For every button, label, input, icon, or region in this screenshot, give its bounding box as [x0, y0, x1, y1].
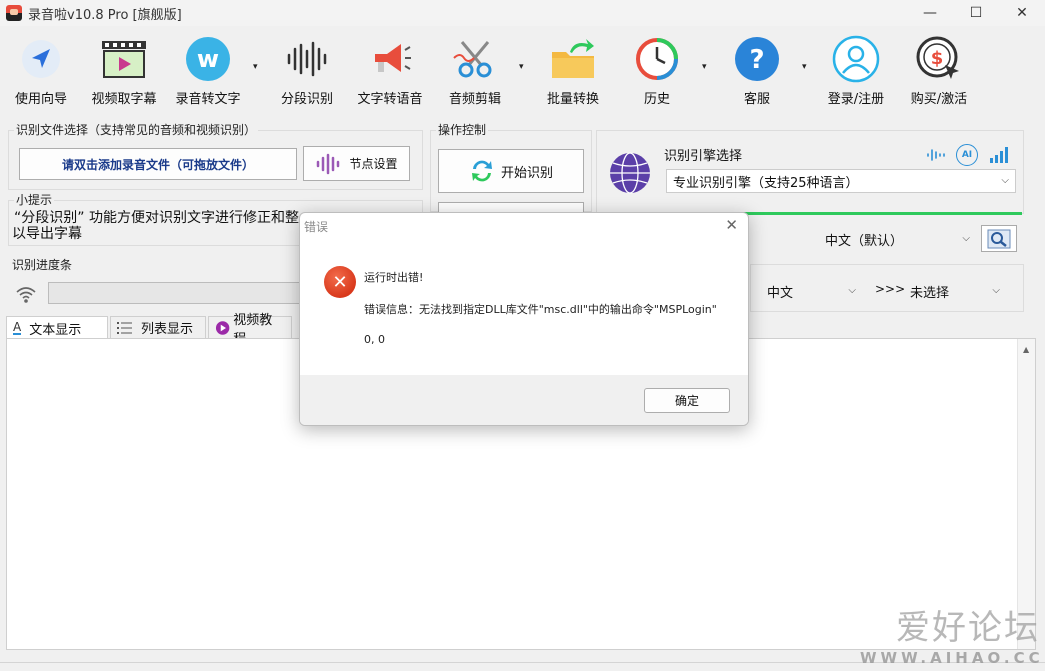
engine-select-value: 专业识别引擎（支持25种语言） [673, 175, 859, 191]
progress-title: 识别进度条 [10, 256, 75, 273]
ok-button[interactable]: 确定 [644, 388, 730, 413]
toolbar-buy-activate[interactable]: $ 购买/激活 [904, 34, 974, 108]
forum-watermark: 爱好论坛 WWW.AIHAO.CC [860, 608, 1044, 667]
error-dialog: 错误 ✕ ✕ 运行时出错! 错误信息：无法找到指定DLL库文件"msc.dll"… [299, 212, 749, 426]
chevron-down-icon: ⌵ [962, 232, 970, 244]
source-language-select[interactable]: 中文 ⌵ [765, 280, 862, 302]
dialog-close-button[interactable]: ✕ [725, 216, 738, 234]
error-code: 0, 0 [364, 333, 385, 346]
search-icon [987, 229, 1011, 248]
node-settings-label: 节点设置 [349, 157, 398, 171]
toolbar-audio-edit[interactable]: 音频剪辑 [444, 34, 506, 108]
maximize-button[interactable]: ☐ [953, 0, 999, 26]
progress-bar [48, 282, 308, 304]
chevron-down-icon: ⌵ [992, 284, 1000, 296]
scroll-up-icon[interactable]: ▲ [1023, 345, 1029, 354]
dialog-footer: 确定 [300, 375, 748, 425]
history-dropdown-icon[interactable]: ▾ [702, 62, 707, 72]
error-heading: 运行时出错! [364, 271, 424, 284]
chevron-down-icon: ⌵ [1001, 174, 1009, 186]
dialog-title-bar: 错误 [300, 213, 748, 239]
chevron-down-icon: ⌵ [848, 284, 856, 296]
refresh-arrows-icon [471, 160, 492, 182]
wave-signal-icon [926, 146, 948, 164]
engine-select[interactable]: 专业识别引擎（支持25种语言） ⌵ [666, 169, 1016, 193]
svg-text:?: ? [749, 45, 764, 75]
list-icon [117, 321, 132, 334]
error-icon: ✕ [324, 266, 356, 298]
toolbar-customer-service[interactable]: ? 客服 [726, 34, 788, 108]
folder-arrow-icon [548, 34, 598, 84]
display-tabs: A 文本显示 列表显示 视频教程 [6, 313, 294, 347]
sound-wave-icon [282, 34, 332, 84]
operation-title: 操作控制 [436, 121, 489, 138]
main-toolbar: 使用向导 视频取字幕 w 录音转文字 ▾ 分段识别 文字转语音 音频剪辑 ▾ 批… [0, 26, 1045, 112]
play-circle-icon [215, 320, 230, 335]
translate-arrows: >>> [875, 282, 906, 296]
close-button[interactable]: ✕ [999, 0, 1045, 26]
toolbar-batch-convert[interactable]: 批量转换 [542, 34, 604, 108]
tab-list-display[interactable]: 列表显示 [110, 316, 206, 338]
svg-text:$: $ [931, 48, 944, 69]
customer-service-dropdown-icon[interactable]: ▾ [802, 62, 807, 72]
dollar-cursor-icon: $ [914, 34, 964, 84]
start-recognize-button[interactable]: 开始识别 [438, 149, 584, 193]
error-detail: 错误信息：无法找到指定DLL库文件"msc.dll"中的输出命令"MSPLogi… [364, 303, 717, 316]
window-title: 录音啦v10.8 Pro [旗舰版] [28, 7, 182, 23]
scissors-icon [450, 34, 500, 84]
toolbar-login-register[interactable]: 登录/注册 [822, 34, 890, 108]
window-controls: — ☐ ✕ [907, 0, 1045, 26]
language-select-value: 中文（默认） [824, 233, 903, 249]
tab-text-display[interactable]: A 文本显示 [6, 316, 108, 339]
w-logo-icon: w [183, 34, 233, 84]
navigation-arrow-icon [16, 34, 66, 84]
toolbar-text-to-speech[interactable]: 文字转语音 [354, 34, 426, 108]
start-recognize-label: 开始识别 [500, 165, 553, 181]
tips-text: “分段识别” 功能方便对识别文字进行修正和整 [14, 210, 299, 226]
dialog-title: 错误 [304, 219, 329, 234]
svg-text:w: w [197, 45, 219, 73]
wifi-signal-icon [14, 282, 38, 304]
node-settings-button[interactable]: 节点设置 [303, 146, 410, 181]
tips-text-line2: 以导出字幕 [12, 226, 82, 242]
engine-title: 识别引擎选择 [664, 149, 743, 164]
user-icon [831, 34, 881, 84]
ai-badge-icon: AI [956, 144, 978, 166]
add-audio-file-button[interactable]: 请双击添加录音文件（可拖放文件） [19, 148, 297, 180]
target-language-select[interactable]: 未选择 ⌵ [908, 280, 1006, 302]
text-a-icon: A [13, 320, 22, 335]
file-select-title: 识别文件选择（支持常见的音频和视频识别） [14, 121, 259, 138]
help-question-icon: ? [732, 34, 782, 84]
film-play-icon [99, 34, 149, 84]
audio-to-text-dropdown-icon[interactable]: ▾ [253, 62, 258, 72]
tips-title: 小提示 [14, 191, 55, 208]
megaphone-icon [365, 34, 415, 84]
toolbar-video-subtitle[interactable]: 视频取字幕 [88, 34, 160, 108]
toolbar-history[interactable]: 历史 [626, 34, 688, 108]
title-bar: 录音啦v10.8 Pro [旗舰版] — ☐ ✕ [0, 0, 1045, 26]
search-button[interactable] [981, 225, 1017, 252]
toolbar-audio-to-text[interactable]: w 录音转文字 [172, 34, 244, 108]
tab-video-tutorial[interactable]: 视频教程 [208, 313, 292, 347]
toolbar-guide[interactable]: 使用向导 [10, 34, 72, 108]
app-logo-icon [6, 5, 22, 21]
minimize-button[interactable]: — [907, 0, 953, 26]
audio-edit-dropdown-icon[interactable]: ▾ [519, 62, 524, 72]
language-select[interactable]: 中文（默认） ⌵ [750, 227, 978, 251]
toolbar-segment-recognize[interactable]: 分段识别 [276, 34, 338, 108]
globe-icon [608, 151, 652, 195]
history-clock-icon [632, 34, 682, 84]
signal-bars-icon [988, 146, 1010, 164]
voice-wave-icon [317, 153, 340, 174]
